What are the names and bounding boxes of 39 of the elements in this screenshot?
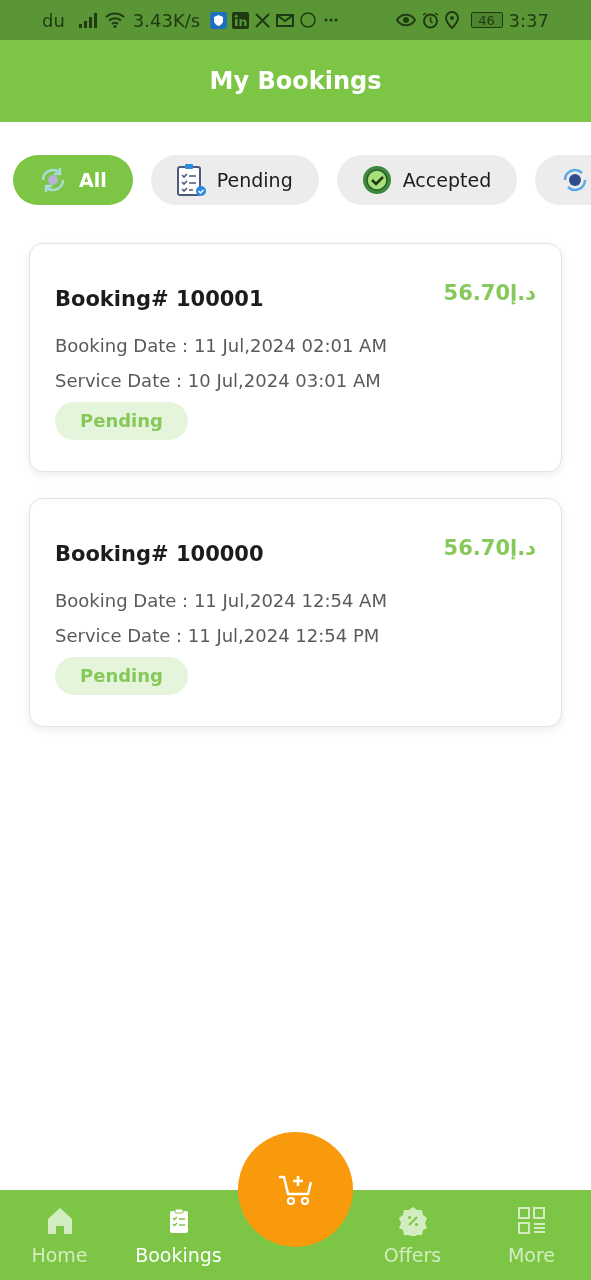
price: 56.70د.إ [443, 280, 536, 307]
filter-tab[interactable]: Accepted [336, 155, 518, 205]
cart-plus-icon [277, 1173, 314, 1206]
nav-tab[interactable]: More [472, 1200, 591, 1270]
status-badge: Pending [55, 656, 188, 695]
nav-tab[interactable]: Home [0, 1200, 119, 1270]
nav-tab[interactable]: Offers [353, 1200, 472, 1270]
service-date: Service Date : 10 Jul,2024 03:01 AM [55, 368, 382, 393]
nav-tab[interactable]: Bookings [119, 1200, 238, 1270]
x-icon [255, 12, 271, 28]
signal-icon [78, 12, 99, 28]
eye-icon [395, 13, 416, 27]
status-badge: Pending [55, 401, 188, 440]
linkedin-icon [232, 11, 250, 29]
network-speed: 3.43K/s [132, 8, 201, 33]
verified-badge-icon [360, 164, 393, 196]
shield-icon [210, 11, 228, 29]
checklist-icon [174, 163, 207, 197]
booking-number: Booking# 100000 [55, 541, 264, 568]
service-date: Service Date : 11 Jul,2024 12:54 PM [55, 623, 381, 648]
clipboard-icon [168, 1207, 189, 1234]
price: 56.70د.إ [443, 535, 536, 562]
mail-icon [276, 12, 295, 28]
booking-date: Booking Date : 11 Jul,2024 02:01 AM [55, 333, 388, 358]
alarm-icon [421, 11, 439, 29]
location-icon [444, 11, 459, 29]
chat-icon [300, 12, 317, 28]
grid-icon [517, 1206, 546, 1235]
discount-badge-icon [397, 1205, 428, 1236]
more-icon [324, 18, 339, 22]
battery-icon: 46 [470, 12, 503, 28]
wifi-icon [104, 12, 125, 28]
booking-number: Booking# 100001 [55, 286, 264, 313]
page-title: My Bookings [209, 66, 382, 97]
filter-tab[interactable]: All [13, 155, 133, 205]
filter-tab[interactable]: Pending [150, 155, 319, 205]
carrier-name: du [42, 8, 65, 33]
clock-time: 3:37 [508, 8, 549, 33]
booking-date: Booking Date : 11 Jul,2024 12:54 AM [55, 588, 388, 613]
